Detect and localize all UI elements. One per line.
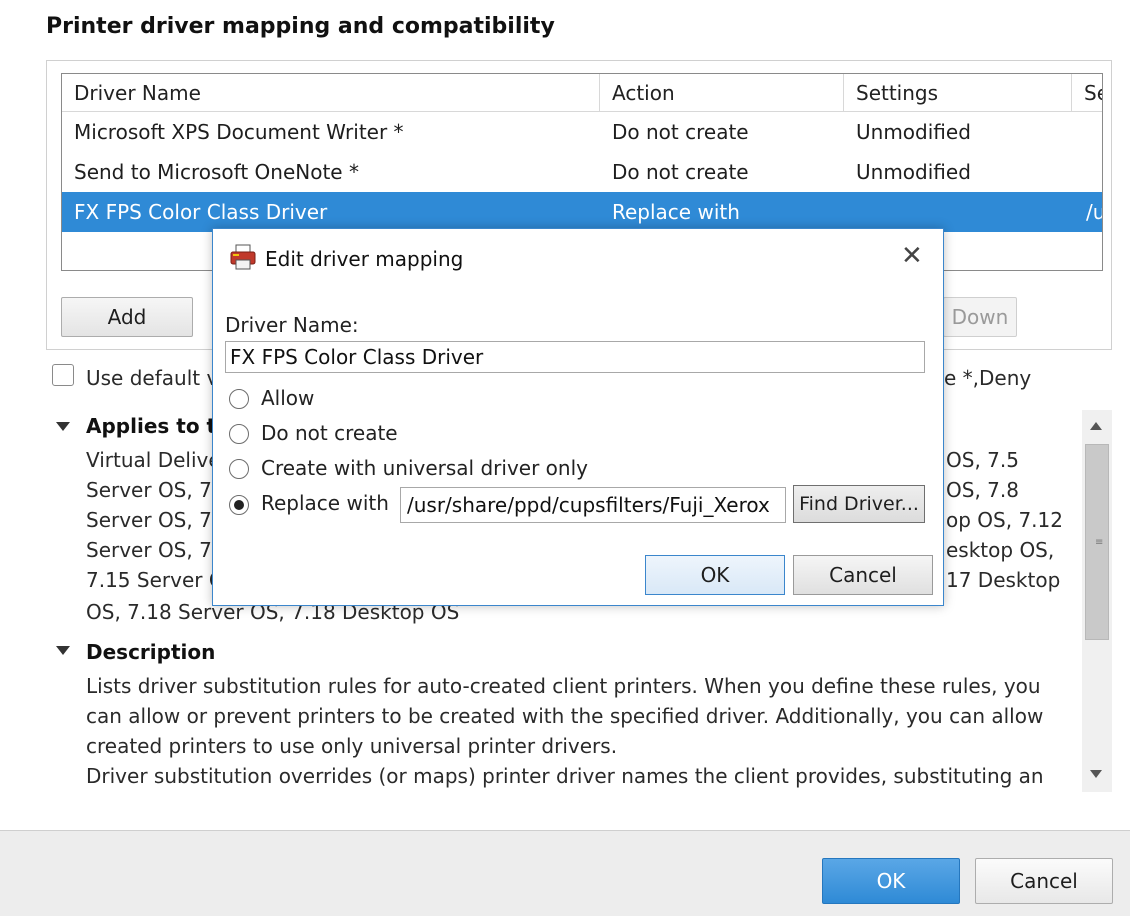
grip-icon: ≡ <box>1095 537 1104 548</box>
description-line: Lists driver substitution rules for auto… <box>86 674 1041 698</box>
printer-icon <box>230 244 256 270</box>
radio-replace-with-label[interactable]: Replace with <box>261 491 389 515</box>
action-cell: Replace with <box>612 200 740 224</box>
use-default-label-tail: e *,Deny <box>944 366 1032 390</box>
replace-driver-path-field[interactable]: /usr/share/ppd/cupsfilters/Fuji_Xerox <box>400 487 786 523</box>
column-header-truncated[interactable]: Se <box>1072 74 1102 112</box>
use-default-checkbox[interactable] <box>52 364 74 386</box>
radio-allow[interactable] <box>229 389 249 409</box>
radio-do-not-create-label[interactable]: Do not create <box>261 421 398 445</box>
description-line: Driver substitution overrides (or maps) … <box>86 764 1044 788</box>
table-row[interactable]: Microsoft XPS Document Writer * Do not c… <box>62 112 1102 152</box>
radio-universal-only-label[interactable]: Create with universal driver only <box>261 456 588 480</box>
applies-line-tail: esktop OS, <box>946 538 1055 562</box>
triangle-down-icon[interactable] <box>56 422 70 431</box>
footer-bar: OK Cancel <box>0 830 1130 916</box>
applies-line-tail: op OS, 7.12 <box>946 508 1063 532</box>
radio-universal-only[interactable] <box>229 459 249 479</box>
action-cell: Do not create <box>612 160 749 184</box>
description-heading: Description <box>86 640 216 664</box>
driver-name-cell: Send to Microsoft OneNote * <box>74 160 359 184</box>
driver-name-field[interactable]: FX FPS Color Class Driver <box>225 341 925 373</box>
settings-cell: Unmodified <box>856 120 971 144</box>
applies-line: Server OS, 7. <box>86 538 219 562</box>
scroll-down-icon[interactable] <box>1090 770 1102 778</box>
table-row[interactable]: Send to Microsoft OneNote * Do not creat… <box>62 152 1102 192</box>
applies-heading: Applies to th <box>86 414 231 438</box>
description-line: can allow or prevent printers to be crea… <box>86 704 1044 728</box>
page-title: Printer driver mapping and compatibility <box>46 14 555 39</box>
edit-driver-mapping-dialog: Edit driver mapping ✕ Driver Name: FX FP… <box>212 228 944 606</box>
scroll-up-icon[interactable] <box>1090 422 1102 430</box>
applies-line: Server OS, 7. <box>86 508 219 532</box>
vertical-scrollbar[interactable]: ≡ <box>1082 410 1112 792</box>
move-down-button[interactable]: Down <box>943 297 1017 337</box>
applies-line: Server OS, 7. <box>86 478 219 502</box>
triangle-down-icon[interactable] <box>56 646 70 655</box>
add-button[interactable]: Add <box>61 297 193 337</box>
find-driver-button[interactable]: Find Driver... <box>793 485 925 523</box>
applies-line-tail: OS, 7.8 <box>946 478 1019 502</box>
column-header-driver-name[interactable]: Driver Name <box>62 74 600 112</box>
ok-button[interactable]: OK <box>822 858 960 904</box>
dialog-cancel-button[interactable]: Cancel <box>793 555 933 595</box>
column-header-action[interactable]: Action <box>600 74 844 112</box>
cancel-button[interactable]: Cancel <box>975 858 1113 904</box>
column-header-settings[interactable]: Settings <box>844 74 1072 112</box>
radio-replace-with[interactable] <box>229 495 249 515</box>
applies-line-tail: 17 Desktop <box>946 568 1061 592</box>
settings-cell: Unmodified <box>856 160 971 184</box>
driver-name-cell: FX FPS Color Class Driver <box>74 200 328 224</box>
applies-line: Virtual Delive <box>86 448 221 472</box>
use-default-label: Use default v <box>86 366 219 390</box>
description-line: created printers to use only universal p… <box>86 734 618 758</box>
table-header: Driver Name Action Settings Se <box>62 74 1102 112</box>
close-icon[interactable]: ✕ <box>901 241 923 271</box>
dialog-title: Edit driver mapping <box>265 247 464 271</box>
radio-do-not-create[interactable] <box>229 424 249 444</box>
driver-name-cell: Microsoft XPS Document Writer * <box>74 120 404 144</box>
radio-allow-label[interactable]: Allow <box>261 386 314 410</box>
applies-line-tail: OS, 7.5 <box>946 448 1019 472</box>
applies-line: 7.15 Server C <box>86 568 223 592</box>
driver-name-label: Driver Name: <box>225 313 359 337</box>
truncated-cell: /u <box>1086 200 1102 224</box>
dialog-ok-button[interactable]: OK <box>645 555 785 595</box>
action-cell: Do not create <box>612 120 749 144</box>
scroll-thumb[interactable]: ≡ <box>1085 444 1109 640</box>
settings-cell <box>844 192 1072 232</box>
table-row-selected[interactable]: FX FPS Color Class Driver Replace with /… <box>62 192 1102 232</box>
